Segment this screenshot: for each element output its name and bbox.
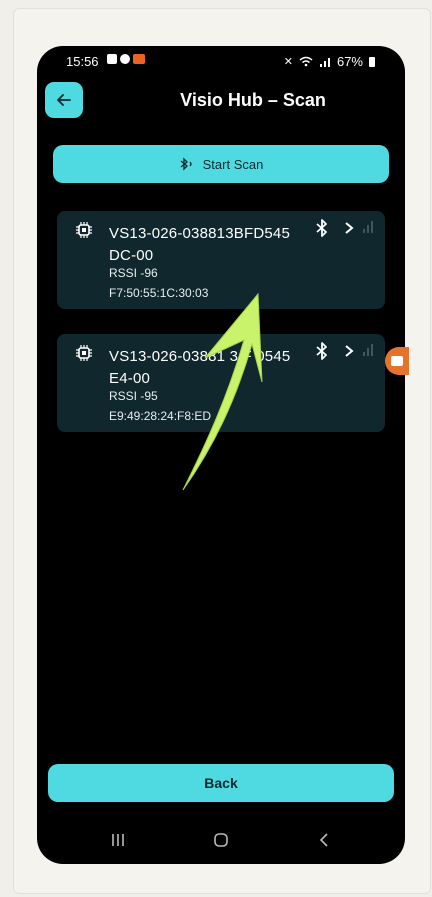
signal-icon (319, 57, 330, 67)
signal-strength-icon (363, 344, 373, 356)
screen-record-icon (133, 54, 145, 64)
signal-strength-icon (363, 221, 373, 233)
device-rssi: RSSI -96 (109, 266, 158, 280)
phone-screen: 15:56 ✕ 67% Visio Hub – Scan Start Scan … (37, 46, 405, 864)
gallery-icon (107, 54, 117, 64)
camera-icon (391, 356, 403, 366)
bluetooth-icon (316, 219, 327, 237)
mute-icon: ✕ (283, 56, 293, 68)
status-time: 15:56 (66, 54, 99, 69)
battery-icon (369, 56, 375, 67)
status-bar: 15:56 ✕ 67% (37, 46, 405, 74)
back-bottom-button[interactable]: Back (48, 764, 394, 802)
device-mac: F7:50:55:1C:30:03 (109, 286, 209, 300)
page-title-text: Visio Hub – Scan (180, 90, 326, 110)
device-name: VS13-026-038813BFD545 DC-00 (109, 223, 290, 267)
device-name-line1: VS13-026-03881 3 F 0545 (109, 348, 291, 365)
device-mac: E9:49:28:24:F8:ED (109, 409, 212, 423)
recent-apps-icon[interactable] (110, 832, 126, 848)
device-name-line1: VS13-026-038813BFD545 (109, 225, 290, 242)
battery-percent: 67% (336, 54, 363, 69)
device-name-line2: E4-00 (109, 370, 151, 387)
chevron-right-icon (345, 345, 354, 357)
device-rssi: RSSI -95 (109, 389, 158, 403)
device-name-line2: DC-00 (109, 247, 154, 264)
start-scan-label: Start Scan (202, 156, 264, 172)
system-status: ✕ 67% (284, 54, 375, 69)
home-icon[interactable] (213, 832, 229, 848)
device-name: VS13-026-03881 3 F 0545 E4-00 (109, 346, 290, 390)
chip-icon (76, 222, 92, 238)
back-bottom-label: Back (204, 775, 238, 791)
screen-record-bubble[interactable] (385, 347, 409, 375)
wifi-icon (299, 56, 313, 67)
device-card[interactable]: VS13-026-038813BFD545 DC-00 RSSI -96 F7:… (57, 211, 385, 309)
notification-icons (107, 54, 145, 64)
device-card[interactable]: VS13-026-03881 3 F 0545 E4-00 RSSI -95 E… (57, 334, 385, 432)
back-icon[interactable] (317, 832, 333, 848)
chevron-right-icon (345, 222, 354, 234)
page-title: Visio Hub – Scan (37, 90, 405, 111)
whatsapp-icon (120, 54, 130, 64)
chip-icon (76, 345, 92, 361)
bluetooth-icon (316, 342, 327, 360)
bluetooth-searching-icon (180, 157, 192, 171)
start-scan-button[interactable]: Start Scan (53, 145, 389, 183)
system-nav-bar (37, 822, 405, 858)
